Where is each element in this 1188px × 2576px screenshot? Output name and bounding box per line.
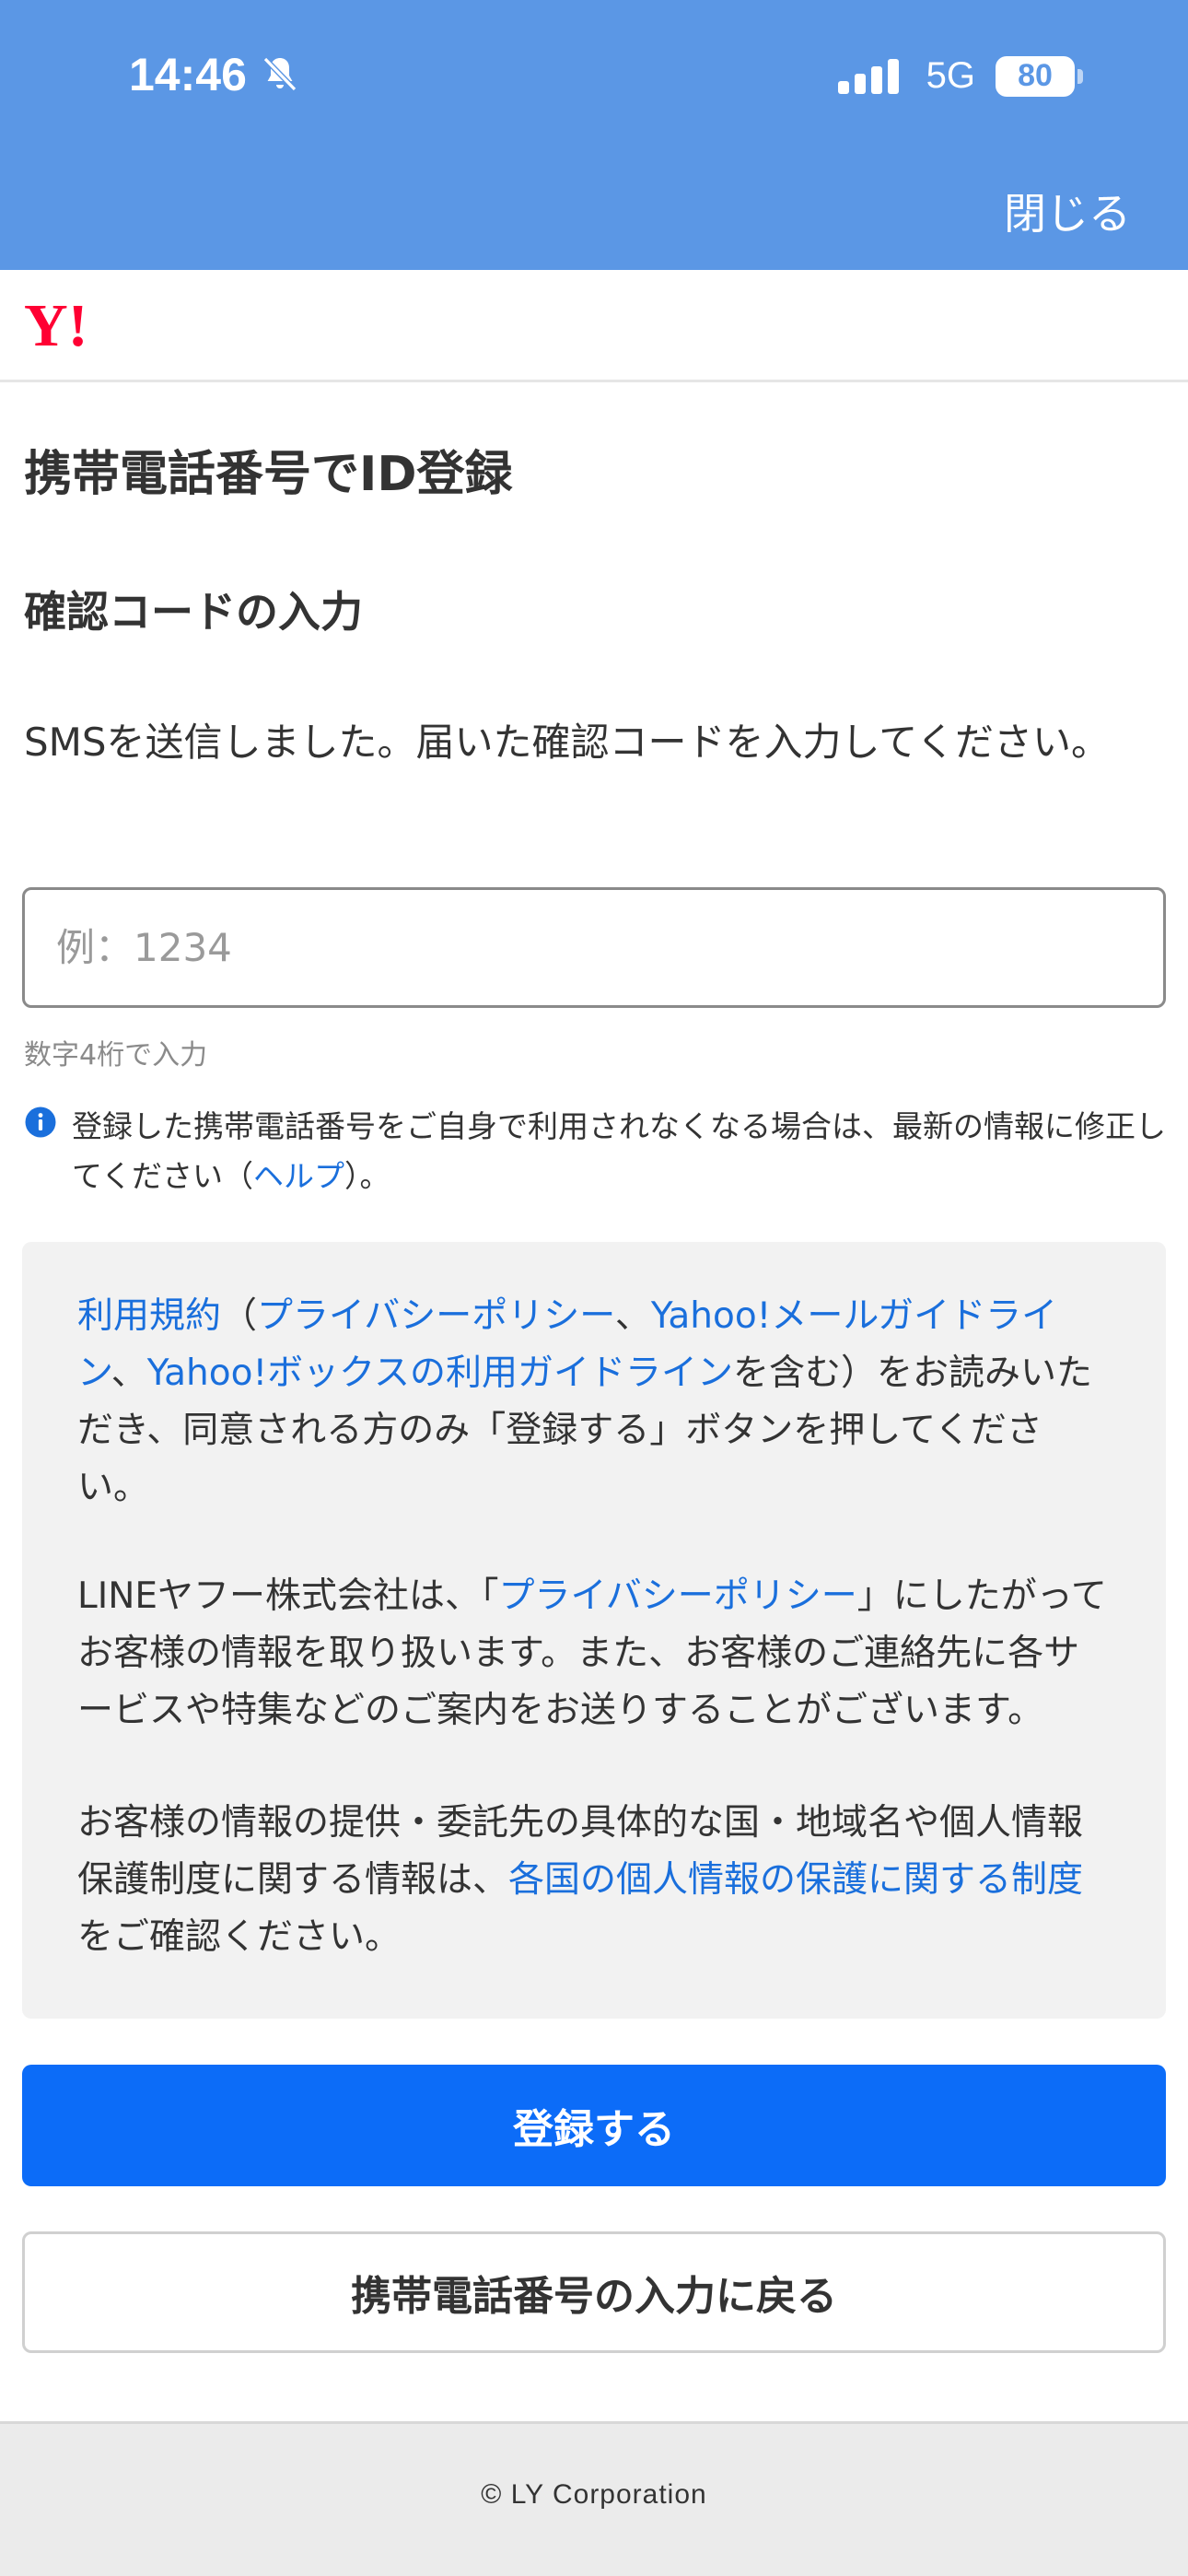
terms-of-service-link[interactable]: 利用規約 <box>77 1295 221 1337</box>
privacy-policy-link[interactable]: プライバシーポリシー <box>257 1295 615 1337</box>
verification-code-input[interactable] <box>22 887 1166 1008</box>
logo-bar: Y! <box>0 270 1188 382</box>
battery-level: 80 <box>996 55 1075 97</box>
bell-muted-icon <box>262 56 297 92</box>
info-text-after: ）。 <box>344 1158 390 1194</box>
input-hint: 数字4桁で入力 <box>24 1039 208 1071</box>
terms-paragraph-3: お客様の情報の提供・委託先の具体的な国・地域名や個人情報保護制度に関する情報は、… <box>77 1795 1111 1966</box>
status-indicators: 5G 80 <box>837 55 1083 97</box>
help-link[interactable]: ヘルプ <box>253 1158 344 1194</box>
info-icon <box>25 1107 56 1138</box>
close-button[interactable]: 閉じる <box>1004 181 1131 241</box>
terms-text: をご確認ください。 <box>77 1916 402 1958</box>
terms-text: 、 <box>111 1352 147 1394</box>
section-heading: 確認コードの入力 <box>24 587 363 637</box>
footer: © LY Corporation <box>0 2421 1188 2576</box>
terms-paragraph-1: 利用規約（プライバシーポリシー、Yahoo!メールガイドライン、Yahoo!ボッ… <box>77 1288 1111 1516</box>
register-button[interactable]: 登録する <box>22 2065 1166 2186</box>
terms-box: 利用規約（プライバシーポリシー、Yahoo!メールガイドライン、Yahoo!ボッ… <box>22 1242 1166 2019</box>
copyright: © LY Corporation <box>481 2479 707 2510</box>
signal-icon <box>837 58 899 94</box>
terms-text: （ <box>221 1295 258 1337</box>
terms-text: 、 <box>614 1295 651 1337</box>
top-header: 14:46 5G 80 閉じる <box>0 0 1188 270</box>
status-time-text: 14:46 <box>129 49 247 100</box>
network-label: 5G <box>926 55 975 96</box>
info-notice: 登録した携帯電話番号をご自身で利用されなくなる場合は、最新の情報に修正してくださ… <box>24 1102 1166 1201</box>
battery-icon: 80 <box>996 55 1083 97</box>
terms-text: LINEヤフー株式会社は、「 <box>77 1575 499 1617</box>
yahoo-logo[interactable]: Y! <box>24 298 133 353</box>
yahoo-logo-text: Y! <box>24 298 88 353</box>
info-text-before: 登録した携帯電話番号をご自身で利用されなくなる場合は、最新の情報に修正してくださ… <box>72 1108 1166 1194</box>
instruction-text: SMSを送信しました。届いた確認コードを入力してください。 <box>24 720 1111 765</box>
info-text: 登録した携帯電話番号をご自身で利用されなくなる場合は、最新の情報に修正してくださ… <box>72 1102 1166 1201</box>
privacy-policy-link-2[interactable]: プライバシーポリシー <box>499 1575 857 1617</box>
terms-paragraph-2: LINEヤフー株式会社は、「プライバシーポリシー」にしたがってお客様の情報を取り… <box>77 1568 1111 1739</box>
privacy-systems-link[interactable]: 各国の個人情報の保護に関する制度 <box>508 1859 1083 1901</box>
status-time: 14:46 <box>129 48 302 101</box>
box-guideline-link[interactable]: Yahoo!ボックスの利用ガイドライン <box>147 1352 733 1394</box>
page-title: 携帯電話番号でID登録 <box>24 447 513 502</box>
back-to-phone-input-button[interactable]: 携帯電話番号の入力に戻る <box>22 2231 1166 2353</box>
